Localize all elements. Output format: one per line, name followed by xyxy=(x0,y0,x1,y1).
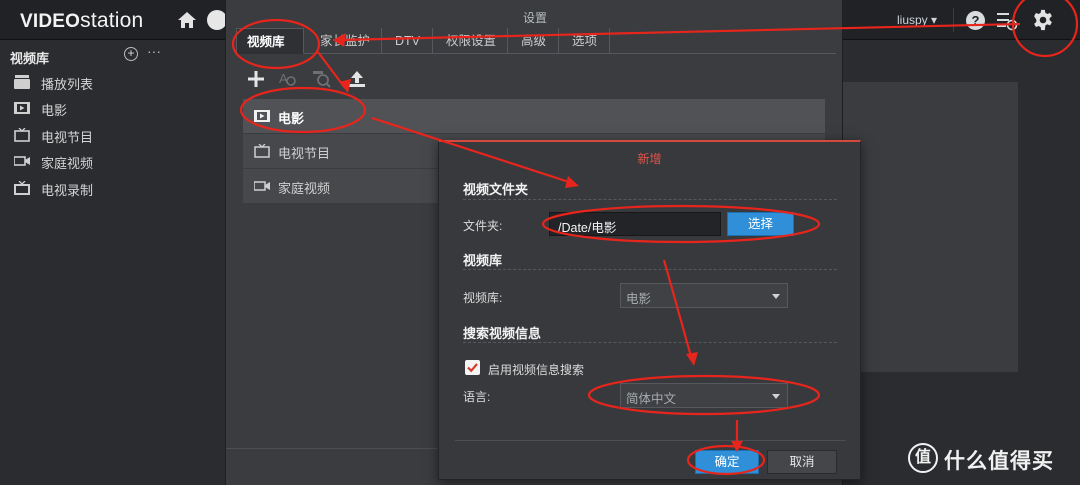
settings-tabs: 视频库 家长监护 DTV 权限设置 高级 选项 xyxy=(236,28,836,54)
enable-search-label: 启用视频信息搜索 xyxy=(488,363,585,377)
section-divider xyxy=(463,199,837,200)
sidebar-item-movie[interactable]: 电影 xyxy=(14,99,174,119)
enable-search-checkbox[interactable] xyxy=(465,360,480,375)
content-panel xyxy=(843,82,1018,372)
svg-text:A: A xyxy=(279,71,288,86)
folder-path-input[interactable]: /Date/电影 xyxy=(549,212,721,236)
tab-dtv[interactable]: DTV xyxy=(385,28,433,54)
sidebar-item-tv-shows[interactable]: 电视节目 xyxy=(14,126,174,146)
more-options-button[interactable]: ··· xyxy=(147,43,161,59)
watermark-logo: 值 xyxy=(908,443,938,473)
section-search-info: 搜索视频信息 xyxy=(463,326,542,341)
tv-record-icon xyxy=(14,181,30,195)
help-icon[interactable]: ? xyxy=(966,11,985,30)
camera-icon xyxy=(254,181,270,191)
chevron-down-icon xyxy=(772,394,780,399)
watermark-text: 什么值得买 xyxy=(944,450,1054,473)
dialog-title: 新增 xyxy=(637,152,662,166)
playlist-icon xyxy=(14,75,30,89)
tv-icon xyxy=(254,144,270,158)
movie-icon xyxy=(14,102,30,114)
tv-icon xyxy=(14,128,30,142)
section-divider xyxy=(463,269,837,270)
add-library-button[interactable]: + xyxy=(124,47,138,61)
upload-icon[interactable] xyxy=(348,70,366,88)
settings-title: 设置 xyxy=(522,11,547,25)
cancel-button[interactable]: 取消 xyxy=(767,450,837,474)
add-icon[interactable] xyxy=(247,70,265,88)
section-divider xyxy=(463,342,837,343)
topbar-divider xyxy=(953,8,954,32)
language-select[interactable]: 简体中文 xyxy=(620,383,788,408)
library-row-movie[interactable]: 电影 xyxy=(243,99,825,133)
sidebar-item-label: 电影 xyxy=(41,103,68,118)
library-type-select[interactable]: 电影 xyxy=(620,283,788,308)
library-row-label: 家庭视频 xyxy=(278,181,331,196)
tab-video-library[interactable]: 视频库 xyxy=(236,28,304,54)
search-metadata-icon[interactable] xyxy=(313,70,331,88)
library-row-label: 电视节目 xyxy=(278,146,331,161)
library-row-label: 电影 xyxy=(278,111,305,126)
search-icon[interactable] xyxy=(207,10,227,30)
watermark: 值 什么值得买 xyxy=(908,441,1073,477)
logo-video-text: VIDEO xyxy=(20,11,81,32)
gear-icon[interactable] xyxy=(1032,9,1054,31)
sidebar-title: 视频库 xyxy=(10,51,50,66)
logo-station-text: station xyxy=(80,9,144,32)
tab-parental-control[interactable]: 家长监护 xyxy=(310,28,382,54)
user-menu[interactable]: liuspy ▾ xyxy=(897,13,937,27)
dialog-footer-divider xyxy=(455,440,846,441)
tab-options[interactable]: 选项 xyxy=(562,28,610,54)
choose-folder-button[interactable]: 选择 xyxy=(727,212,794,236)
sidebar: 视频库 + ··· 播放列表 电影 电视节目 家庭视频 电视录制 xyxy=(0,40,178,485)
add-library-dialog: 新增 视频文件夹 文件夹: /Date/电影 选择 视频库 视频库: 电影 搜索… xyxy=(438,140,861,480)
sidebar-item-label: 家庭视频 xyxy=(41,156,94,171)
camera-icon xyxy=(14,156,30,166)
section-video-library: 视频库 xyxy=(463,253,503,268)
sidebar-item-tv-recording[interactable]: 电视录制 xyxy=(14,179,174,199)
library-label: 视频库: xyxy=(463,291,503,305)
chevron-down-icon xyxy=(772,294,780,299)
rename-icon[interactable]: A xyxy=(279,70,297,88)
tab-privileges[interactable]: 权限设置 xyxy=(436,28,508,54)
sidebar-item-home-video[interactable]: 家庭视频 xyxy=(14,152,174,172)
movie-icon xyxy=(254,110,270,122)
language-label: 语言: xyxy=(463,390,491,404)
tab-advanced[interactable]: 高级 xyxy=(511,28,559,54)
language-value: 简体中文 xyxy=(626,392,677,406)
sidebar-item-label: 播放列表 xyxy=(41,77,94,92)
library-type-value: 电影 xyxy=(626,292,652,306)
folder-label: 文件夹: xyxy=(463,219,503,233)
app-logo: VIDEOstation xyxy=(20,9,143,33)
tasks-icon[interactable] xyxy=(996,11,1018,31)
section-video-folder: 视频文件夹 xyxy=(463,182,529,197)
sidebar-item-label: 电视录制 xyxy=(41,183,94,198)
home-icon[interactable] xyxy=(177,11,197,29)
sidebar-item-playlist[interactable]: 播放列表 xyxy=(14,73,174,93)
sidebar-item-label: 电视节目 xyxy=(41,130,94,145)
ok-button[interactable]: 确定 xyxy=(695,450,759,474)
